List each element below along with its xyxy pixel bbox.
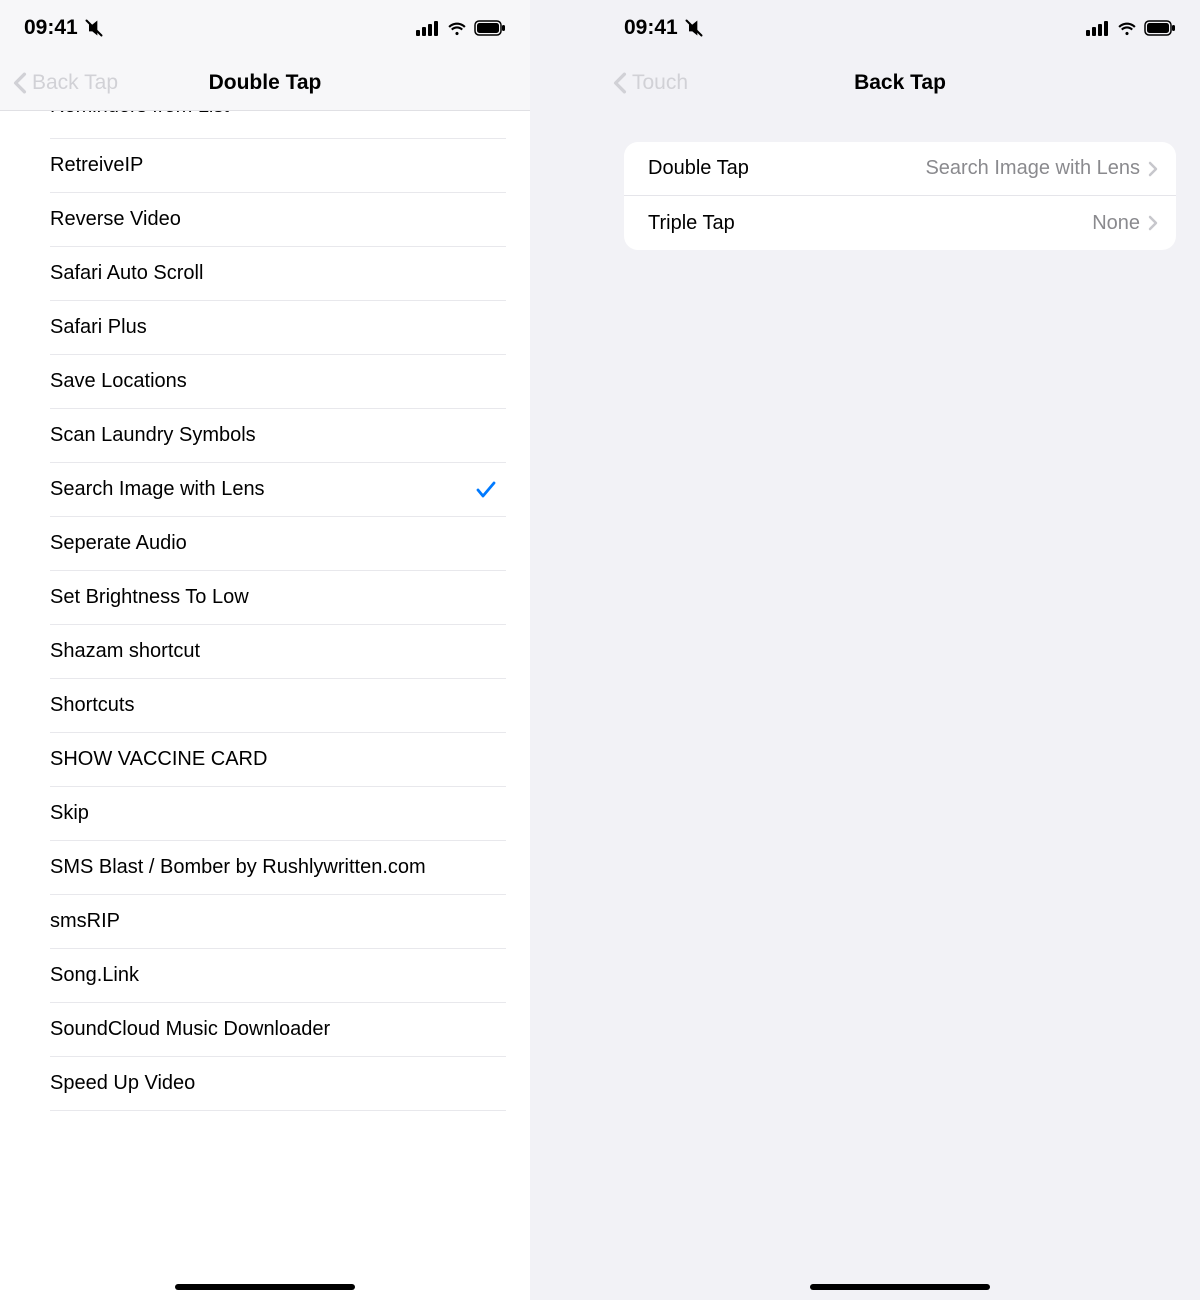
list-item[interactable]: Shazam shortcut [50, 625, 506, 679]
list-item[interactable]: Reverse Video [50, 193, 506, 247]
row-value: None [1092, 212, 1140, 235]
list-item-label: RetreiveIP [50, 154, 143, 177]
list-item[interactable]: Save Locations [50, 355, 506, 409]
status-time: 09:41 [624, 16, 678, 40]
back-label: Touch [632, 71, 688, 95]
list-item[interactable]: RetreiveIP [50, 139, 506, 193]
chevron-right-icon [1148, 215, 1158, 231]
list-item[interactable]: Safari Auto Scroll [50, 247, 506, 301]
back-button[interactable]: Back Tap [12, 71, 118, 95]
list-item[interactable]: Speed Up Video [50, 1057, 506, 1111]
wifi-icon [446, 20, 468, 36]
list-item-label: Safari Plus [50, 316, 147, 339]
list-item-label: smsRIP [50, 910, 120, 933]
list-item[interactable]: Seperate Audio [50, 517, 506, 571]
list-item-label: Set Brightness To Low [50, 586, 249, 609]
list-item[interactable]: Search Image with Lens [50, 463, 506, 517]
list-item[interactable]: smsRIP [50, 895, 506, 949]
silent-mode-icon [84, 18, 104, 38]
list-item[interactable]: Song.Link [50, 949, 506, 1003]
list-item-label: Song.Link [50, 964, 139, 987]
list-item-label: Save Locations [50, 370, 187, 393]
list-item[interactable]: SHOW VACCINE CARD [50, 733, 506, 787]
row-value: Search Image with Lens [925, 157, 1140, 180]
list-item[interactable]: SMS Blast / Bomber by Rushlywritten.com [50, 841, 506, 895]
list-item[interactable]: Shortcuts [50, 679, 506, 733]
nav-bar: Back Tap Double Tap [0, 55, 530, 110]
cellular-signal-icon [416, 20, 440, 36]
status-time: 09:41 [24, 16, 78, 40]
cellular-signal-icon [1086, 20, 1110, 36]
list-item[interactable]: Safari Plus [50, 301, 506, 355]
home-indicator[interactable] [810, 1284, 990, 1290]
back-tap-group: Double Tap Search Image with Lens Triple… [624, 142, 1176, 250]
list-item-label: Scan Laundry Symbols [50, 424, 256, 447]
page-title: Back Tap [854, 71, 946, 95]
back-button[interactable]: Touch [612, 71, 688, 95]
double-tap-row[interactable]: Double Tap Search Image with Lens [624, 142, 1176, 196]
list-item-label: Skip [50, 802, 89, 825]
list-item[interactable]: Skip [50, 787, 506, 841]
list-item-label: Speed Up Video [50, 1072, 195, 1095]
list-item[interactable]: Reminders from List [50, 111, 506, 139]
battery-icon [1144, 20, 1176, 36]
list-item-label: Seperate Audio [50, 532, 187, 555]
status-bar: 09:41 [0, 0, 530, 55]
list-item[interactable]: SoundCloud Music Downloader [50, 1003, 506, 1057]
row-label: Triple Tap [648, 212, 735, 235]
back-label: Back Tap [32, 71, 118, 95]
wifi-icon [1116, 20, 1138, 36]
list-item-label: Safari Auto Scroll [50, 262, 203, 285]
list-item-label: Shortcuts [50, 694, 134, 717]
list-item-label: Reminders from List [50, 111, 229, 118]
list-item-label: Search Image with Lens [50, 478, 265, 501]
list-item-label: SHOW VACCINE CARD [50, 748, 267, 771]
home-indicator[interactable] [175, 1284, 355, 1290]
shortcut-option-list[interactable]: Reminders from List RetreiveIP Reverse Vid… [24, 111, 506, 1300]
list-item-label: SMS Blast / Bomber by Rushlywritten.com [50, 856, 426, 879]
chevron-left-icon [612, 72, 628, 94]
chevron-left-icon [12, 72, 28, 94]
silent-mode-icon [684, 18, 704, 38]
page-title: Double Tap [209, 71, 322, 95]
triple-tap-row[interactable]: Triple Tap None [624, 196, 1176, 250]
checkmark-icon [476, 481, 496, 499]
list-item[interactable]: Scan Laundry Symbols [50, 409, 506, 463]
list-item-label: SoundCloud Music Downloader [50, 1018, 330, 1041]
list-item-label: Shazam shortcut [50, 640, 200, 663]
status-bar: 09:41 [600, 0, 1200, 55]
chevron-right-icon [1148, 161, 1158, 177]
list-item-label: Reverse Video [50, 208, 181, 231]
row-label: Double Tap [648, 157, 749, 180]
nav-bar: Touch Back Tap [600, 55, 1200, 110]
battery-icon [474, 20, 506, 36]
list-item[interactable]: Set Brightness To Low [50, 571, 506, 625]
